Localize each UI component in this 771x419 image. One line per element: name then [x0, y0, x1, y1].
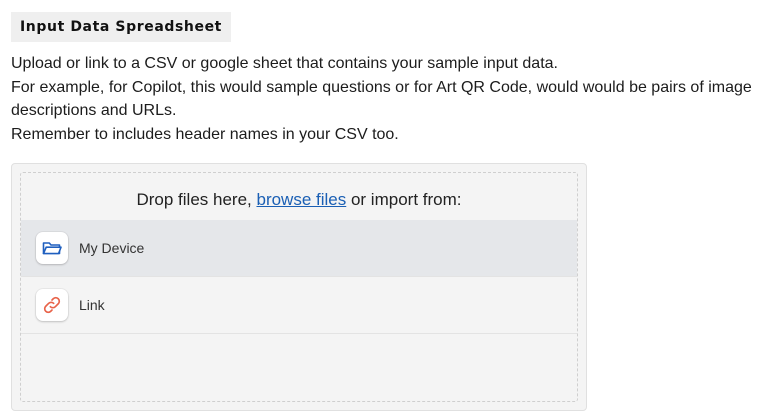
description: Upload or link to a CSV or google sheet …	[11, 52, 756, 146]
description-line-1: Upload or link to a CSV or google sheet …	[11, 55, 558, 72]
section-title-text: Input Data Spreadsheet	[20, 19, 222, 35]
import-source-list: My Device Link	[21, 220, 577, 334]
source-my-device-label: My Device	[79, 240, 145, 256]
description-line-2: For example, for Copilot, this would sam…	[11, 78, 752, 120]
drop-zone[interactable]: Drop files here, browse files or import …	[20, 172, 578, 402]
drop-prefix: Drop files here,	[136, 190, 257, 209]
link-icon	[36, 289, 68, 321]
section-title: Input Data Spreadsheet	[11, 12, 231, 42]
source-link-label: Link	[79, 297, 105, 313]
source-link[interactable]: Link	[21, 277, 577, 334]
folder-icon	[36, 232, 68, 264]
drop-title: Drop files here, browse files or import …	[21, 190, 577, 210]
browse-files-link[interactable]: browse files	[256, 190, 346, 209]
source-my-device[interactable]: My Device	[21, 220, 577, 277]
drop-suffix: or import from:	[346, 190, 462, 209]
file-uploader: Drop files here, browse files or import …	[11, 163, 587, 411]
description-line-3: Remember to includes header names in you…	[11, 125, 399, 143]
